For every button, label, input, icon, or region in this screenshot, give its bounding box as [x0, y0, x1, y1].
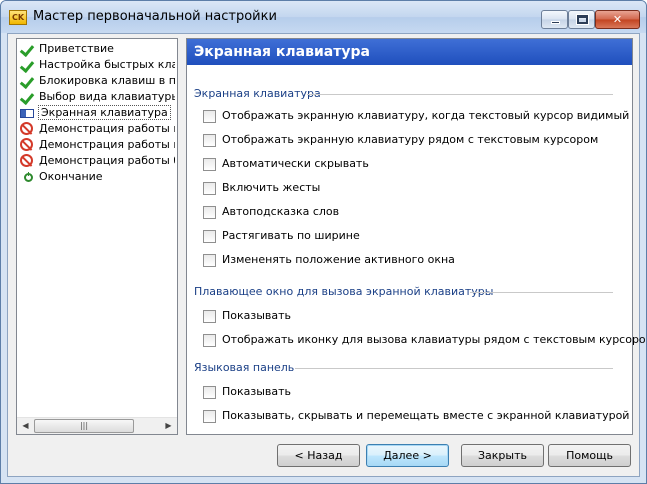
wizard-client: Приветствие Настройка быстрых клавиш Бло…: [7, 33, 646, 477]
check-icon: [20, 58, 36, 72]
keyboard-flag-icon: [20, 109, 34, 118]
scroll-thumb[interactable]: |||: [34, 419, 134, 433]
group-title-language-bar: Языковая панель: [194, 361, 295, 374]
window-title: Мастер первоначальной настройки: [33, 9, 277, 24]
steps-tree[interactable]: Приветствие Настройка быстрых клавиш Бло…: [16, 38, 178, 435]
checkbox[interactable]: [203, 254, 216, 267]
checkbox[interactable]: [203, 134, 216, 147]
step-item[interactable]: Приветствие: [19, 41, 175, 57]
step-item[interactable]: Демонстрация работы шаблонов: [19, 137, 175, 153]
checkbox[interactable]: [203, 410, 216, 423]
close-window-button[interactable]: ✕: [595, 10, 640, 29]
step-item[interactable]: Окончание: [19, 169, 175, 185]
close-button[interactable]: Закрыть: [461, 444, 544, 467]
step-item[interactable]: Выбор вида клавиатуры: [19, 89, 175, 105]
step-item[interactable]: Демонстрация работы переключения: [19, 121, 175, 137]
horizontal-scrollbar[interactable]: ◀ ||| ▶: [17, 417, 177, 434]
next-button[interactable]: Далее >: [366, 444, 449, 467]
checkbox[interactable]: [203, 182, 216, 195]
check-icon: [20, 90, 36, 104]
settings-page: Экранная клавиатура Экранная клавиатура …: [186, 38, 646, 435]
checkbox[interactable]: [203, 158, 216, 171]
page-title: Экранная клавиатура: [187, 39, 632, 65]
checkbox[interactable]: [203, 386, 216, 399]
close-icon: ✕: [612, 13, 623, 26]
group-divider: [470, 292, 613, 293]
maximize-button[interactable]: [568, 10, 595, 29]
wizard-window: CK Мастер первоначальной настройки ✕ При…: [0, 0, 647, 484]
check-icon: [20, 74, 36, 88]
scroll-right-icon[interactable]: ▶: [160, 418, 177, 434]
app-icon: CK: [9, 10, 27, 25]
title-bar[interactable]: CK Мастер первоначальной настройки ✕: [1, 1, 646, 33]
group-divider: [295, 368, 613, 369]
clock-icon: [24, 172, 33, 182]
step-item-selected[interactable]: Экранная клавиатура: [19, 105, 175, 121]
minimize-button[interactable]: [541, 10, 568, 29]
checkbox[interactable]: [203, 206, 216, 219]
checkbox[interactable]: [203, 230, 216, 243]
minimize-icon: [551, 21, 560, 24]
scroll-left-icon[interactable]: ◀: [17, 418, 34, 434]
checkbox[interactable]: [203, 310, 216, 323]
back-button[interactable]: < Назад: [277, 444, 360, 467]
no-entry-icon: [20, 122, 33, 135]
checkbox[interactable]: [203, 110, 216, 123]
check-icon: [20, 42, 36, 56]
maximize-icon: [577, 15, 588, 24]
group-title-floating-window: Плавающее окно для вызова экранной клави…: [194, 285, 494, 298]
help-button[interactable]: Помощь: [548, 444, 631, 467]
step-item[interactable]: Блокировка клавиш в полноэкранных: [19, 73, 175, 89]
group-divider: [307, 94, 613, 95]
checkbox[interactable]: [203, 334, 216, 347]
step-item[interactable]: Демонстрация работы буфера: [19, 153, 175, 169]
no-entry-icon: [20, 138, 33, 151]
group-title-keyboard: Экранная клавиатура: [194, 87, 321, 100]
step-item[interactable]: Настройка быстрых клавиш: [19, 57, 175, 73]
no-entry-icon: [20, 154, 33, 167]
